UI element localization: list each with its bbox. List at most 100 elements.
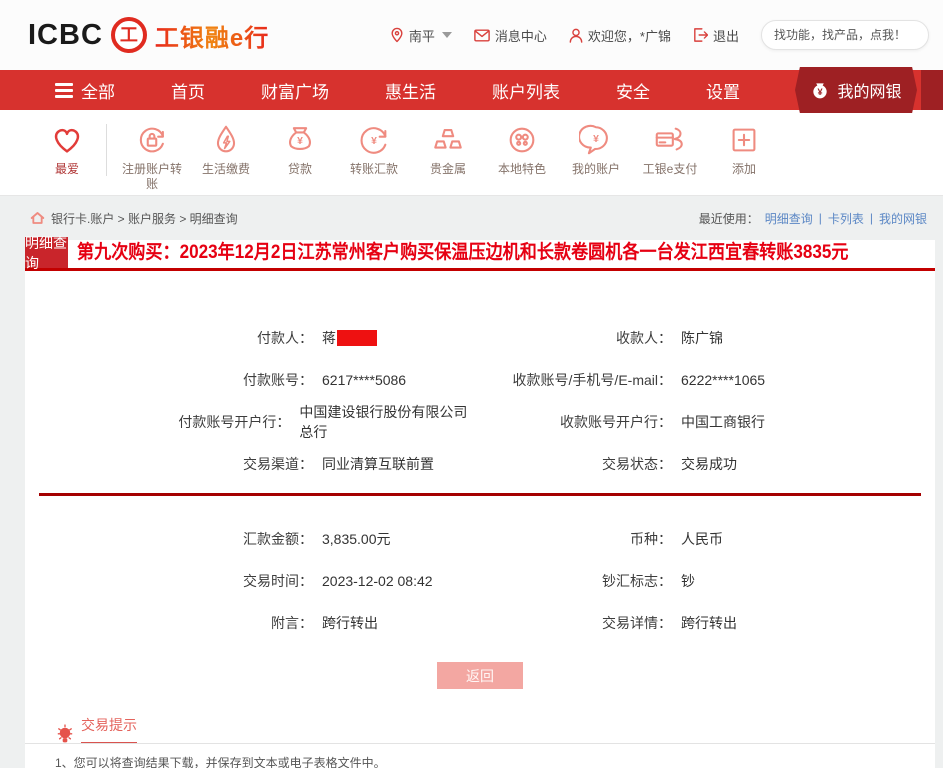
svg-text:¥: ¥	[371, 136, 377, 147]
quick-label: 工银e支付	[642, 162, 698, 176]
detail-card: 明细查询 第九次购买：2023年12月2日江苏常州客户购买保温压边机和长款卷圆机…	[25, 235, 935, 768]
breadcrumb[interactable]: 银行卡.账户 > 账户服务 > 明细查询	[30, 210, 238, 227]
field-row: 付款账号开户行： 中国建设银行股份有限公司总行 收款账号开户行： 中国工商银行	[25, 401, 935, 443]
tips-title: 交易提示	[81, 715, 137, 744]
vertical-divider	[106, 124, 107, 176]
quick-item-register-transfer[interactable]: 注册账户转账	[115, 122, 189, 192]
account-bubble-yen-icon: ¥	[578, 122, 614, 158]
epay-card-icon	[652, 122, 688, 158]
field-label: 附言：	[271, 615, 313, 631]
nav-item-accounts[interactable]: 账户列表	[492, 78, 560, 103]
detail-fields-top: 付款人： 蒋 收款人： 陈广锦 付款账号： 6217****5086 收款账号/…	[25, 271, 935, 485]
money-bag-yen-icon: ¥	[282, 122, 318, 158]
quick-label: 生活缴费	[201, 162, 250, 176]
quick-item-my-account[interactable]: ¥ 我的账户	[559, 122, 633, 177]
nav-item-settings[interactable]: 设置	[706, 78, 740, 103]
tab-detail-query[interactable]: 明细查询	[25, 235, 68, 271]
field-label: 交易详情：	[602, 615, 672, 631]
logout-button[interactable]: 退出	[693, 26, 739, 45]
gold-bars-icon	[430, 122, 466, 158]
tip-item: 1、您可以将查询结果下载，并保存到文本或电子表格文件中。	[55, 756, 386, 768]
field-label: 付款账号开户行：	[178, 414, 291, 430]
detail-fields-bottom: 汇款金额： 3,835.00元 币种： 人民币 交易时间： 2023-12-02…	[25, 496, 935, 644]
icbc-logo-icon: 工	[110, 17, 147, 53]
quick-label: 最爱	[54, 162, 79, 176]
quick-item-epay[interactable]: 工银e支付	[633, 122, 707, 177]
nav-item-home[interactable]: 首页	[171, 78, 205, 103]
nav-label-life: 惠生活	[385, 82, 436, 102]
postscript: 跨行转出	[322, 615, 378, 631]
quick-item-life-payment[interactable]: 生活缴费	[189, 122, 263, 177]
nav-item-life[interactable]: 惠生活	[385, 78, 436, 103]
svg-text:¥: ¥	[297, 136, 303, 147]
my-ebank-button[interactable]: ¥ 我的网银	[795, 67, 917, 113]
payee-bank: 中国工商银行	[681, 414, 765, 430]
header-utility-bar: 南平 消息中心 欢迎您，*广锦 退出	[390, 20, 929, 50]
recent-link-detail-query[interactable]: 明细查询	[765, 210, 813, 227]
field-row: 汇款金额： 3,835.00元 币种： 人民币	[25, 518, 935, 560]
nav-item-all[interactable]: 全部	[55, 78, 115, 103]
local-feature-icon	[504, 122, 540, 158]
quick-label: 本地特色	[497, 162, 546, 176]
nav-item-security[interactable]: 安全	[616, 78, 650, 103]
field-row: 付款人： 蒋 收款人： 陈广锦	[25, 317, 935, 359]
nav-item-wealth[interactable]: 财富广场	[261, 78, 329, 103]
breadcrumb-path: 银行卡.账户 > 账户服务 > 明细查询	[51, 211, 238, 226]
field-label: 交易状态：	[602, 456, 672, 472]
button-row: 返回	[25, 662, 935, 689]
ribbon-tail	[921, 70, 943, 110]
nav-label-security: 安全	[616, 82, 650, 102]
user-icon	[569, 28, 583, 43]
field-label: 收款账号/手机号/E-mail：	[512, 372, 672, 388]
quick-label: 贵金属	[429, 162, 466, 176]
quick-item-add[interactable]: 添加	[707, 122, 781, 177]
icbc-logo-chinese: 工银融e行	[155, 18, 269, 53]
field-row: 付款账号： 6217****5086 收款账号/手机号/E-mail： 6222…	[25, 359, 935, 401]
nav-label-wealth: 财富广场	[261, 82, 329, 102]
message-center-label: 消息中心	[494, 28, 547, 44]
search-input[interactable]	[774, 28, 929, 42]
field-label: 收款人：	[616, 330, 672, 346]
quick-item-favorites[interactable]: 最爱	[30, 122, 104, 177]
heart-icon	[49, 122, 85, 158]
welcome-user[interactable]: 欢迎您，*广锦	[569, 26, 671, 45]
tab-row: 明细查询 第九次购买：2023年12月2日江苏常州客户购买保温压边机和长款卷圆机…	[25, 235, 935, 271]
money-bag-icon: ¥	[813, 83, 828, 99]
nav-label-home: 首页	[171, 82, 205, 102]
location-pin-icon	[391, 27, 403, 43]
quick-label: 转账汇款	[349, 162, 398, 176]
payer-name: 蒋	[322, 330, 336, 346]
recent-link-my-ebank[interactable]: 我的网银	[879, 210, 927, 227]
quick-label: 贷款	[287, 162, 312, 176]
field-row: 交易渠道： 同业清算互联前置 交易状态： 交易成功	[25, 443, 935, 485]
search-box[interactable]	[761, 20, 929, 50]
envelope-icon	[474, 28, 490, 42]
field-label: 交易时间：	[243, 573, 313, 589]
logout-icon	[694, 28, 708, 42]
transaction-status: 交易成功	[681, 456, 737, 472]
field-label: 收款账号开户行：	[560, 414, 672, 430]
quick-item-transfer[interactable]: ¥ 转账汇款	[337, 122, 411, 177]
bulb-icon	[57, 724, 73, 743]
separator: |	[869, 211, 873, 225]
message-center-link[interactable]: 消息中心	[474, 26, 547, 45]
quick-item-local-feature[interactable]: 本地特色	[485, 122, 559, 177]
field-label: 汇款金额：	[243, 531, 313, 547]
quick-item-precious-metal[interactable]: 贵金属	[411, 122, 485, 177]
home-icon	[30, 212, 45, 224]
transaction-detail: 跨行转出	[681, 615, 737, 631]
field-label: 交易渠道：	[243, 456, 313, 472]
quick-item-loan[interactable]: ¥ 贷款	[263, 122, 337, 177]
remit-amount: 3,835.00元	[322, 531, 391, 547]
tips-header: 交易提示	[55, 715, 935, 744]
back-button[interactable]: 返回	[437, 662, 523, 689]
transaction-headline: 第九次购买：2023年12月2日江苏常州客户购买保温压边机和长款卷圆机各一台发江…	[76, 242, 849, 263]
separator: |	[818, 211, 822, 225]
transaction-channel: 同业清算互联前置	[322, 456, 434, 472]
location-selector[interactable]: 南平	[390, 26, 452, 45]
recent-link-card-list[interactable]: 卡列表	[828, 210, 864, 227]
nav-label-settings: 设置	[706, 82, 740, 102]
icbc-logo-text: ICBC	[28, 18, 103, 51]
payer-account: 6217****5086	[322, 372, 407, 388]
field-label: 付款人：	[257, 330, 313, 346]
